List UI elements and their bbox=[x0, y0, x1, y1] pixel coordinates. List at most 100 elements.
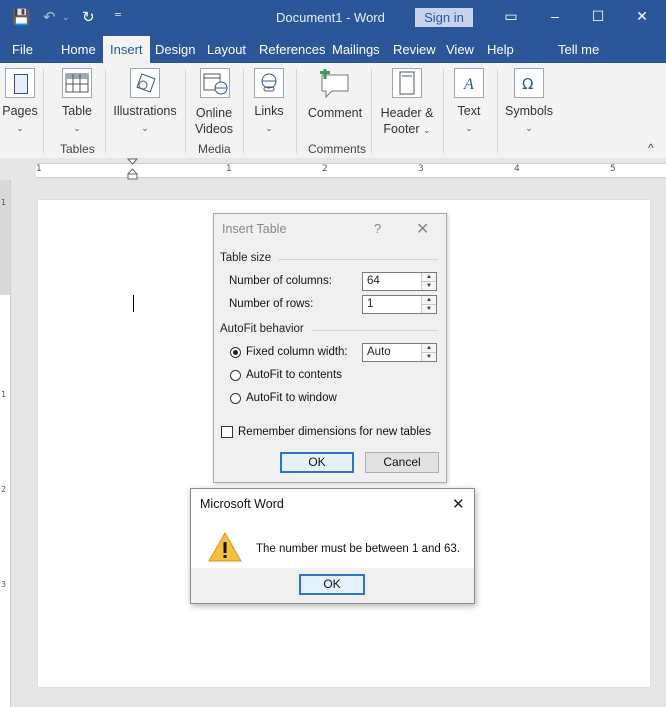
columns-stepper[interactable]: 64 ▲ ▼ bbox=[362, 272, 437, 291]
undo-icon[interactable]: ↶ bbox=[43, 8, 56, 26]
dialog-title: Insert Table bbox=[222, 222, 287, 236]
tab-review[interactable]: Review bbox=[393, 36, 436, 63]
save-icon[interactable]: 💾 bbox=[12, 8, 31, 26]
horizontal-ruler[interactable]: 1 1 2 3 4 5 bbox=[0, 158, 666, 180]
tab-file[interactable]: File bbox=[12, 36, 33, 63]
group-label-media: Media bbox=[198, 142, 231, 156]
group-divider bbox=[43, 69, 44, 153]
chevron-down-icon: ⌄ bbox=[141, 123, 149, 133]
ruler-number: 4 bbox=[514, 164, 520, 174]
ribbon-tabs: File Home Insert Design Layout Reference… bbox=[0, 36, 666, 93]
ruler-number: 1 bbox=[36, 164, 42, 174]
comment-icon bbox=[320, 69, 349, 99]
tab-design[interactable]: Design bbox=[155, 36, 195, 63]
text-button[interactable]: A Text ⌄ bbox=[448, 63, 490, 138]
text-cursor bbox=[133, 295, 134, 312]
stepper-down-icon[interactable]: ▼ bbox=[422, 353, 436, 361]
table-icon bbox=[62, 68, 92, 98]
message-box-titlebar: Microsoft Word ✕ bbox=[191, 489, 474, 519]
chevron-down-icon: ⌄ bbox=[73, 123, 81, 133]
columns-value[interactable]: 64 bbox=[367, 275, 380, 287]
group-divider bbox=[371, 69, 372, 153]
chevron-down-icon: ⌄ bbox=[16, 123, 24, 133]
remember-dimensions-checkbox[interactable] bbox=[221, 426, 233, 438]
indent-marker[interactable] bbox=[127, 158, 138, 180]
ruler-number: 1 bbox=[226, 164, 232, 174]
ruler-number: 3 bbox=[418, 164, 424, 174]
text-label: Text bbox=[457, 104, 481, 118]
chevron-down-icon: ⌄ bbox=[423, 125, 431, 135]
tab-mailings[interactable]: Mailings bbox=[332, 36, 380, 63]
illustrations-label: Illustrations bbox=[113, 104, 177, 118]
sign-in-button[interactable]: Sign in bbox=[415, 8, 473, 27]
tab-home[interactable]: Home bbox=[61, 36, 96, 63]
rows-value[interactable]: 1 bbox=[367, 298, 373, 310]
ok-button[interactable]: OK bbox=[299, 574, 365, 595]
chevron-down-icon: ⌄ bbox=[265, 123, 273, 133]
group-divider bbox=[443, 69, 444, 153]
pages-button[interactable]: Pages ⌄ bbox=[0, 63, 40, 138]
close-icon[interactable]: ✕ bbox=[630, 6, 654, 26]
cancel-button[interactable]: Cancel bbox=[365, 452, 439, 473]
fixed-width-label[interactable]: Fixed column width: bbox=[246, 346, 348, 358]
table-size-section-label: Table size bbox=[220, 252, 272, 264]
svg-text:A: A bbox=[463, 76, 474, 93]
fixed-width-value[interactable]: Auto bbox=[367, 346, 391, 358]
stepper-down-icon[interactable]: ▼ bbox=[422, 282, 436, 290]
fixed-width-stepper[interactable]: Auto ▲ ▼ bbox=[362, 343, 437, 362]
fixed-width-radio[interactable] bbox=[230, 347, 241, 358]
vertical-ruler[interactable]: 1 1 2 3 bbox=[0, 180, 11, 707]
stepper-up-icon[interactable]: ▲ bbox=[422, 273, 436, 282]
ruler-number: 5 bbox=[610, 164, 616, 174]
table-label: Table bbox=[62, 104, 92, 118]
tab-references[interactable]: References bbox=[259, 36, 325, 63]
group-divider bbox=[105, 69, 106, 153]
links-button[interactable]: Links ⌄ bbox=[248, 63, 290, 138]
document-title: Document1 - Word bbox=[276, 10, 385, 25]
stepper-up-icon[interactable]: ▲ bbox=[422, 344, 436, 353]
symbols-button[interactable]: Ω Symbols ⌄ bbox=[502, 63, 556, 138]
tab-insert[interactable]: Insert bbox=[103, 36, 150, 63]
chevron-down-icon: ⌄ bbox=[465, 123, 473, 133]
help-icon[interactable]: ? bbox=[374, 221, 381, 236]
ribbon-display-options-icon[interactable]: ▭ bbox=[499, 6, 523, 26]
minimize-icon[interactable]: – bbox=[543, 6, 567, 26]
stepper-up-icon[interactable]: ▲ bbox=[422, 296, 436, 305]
illustrations-button[interactable]: Illustrations ⌄ bbox=[110, 63, 180, 138]
group-label-tables: Tables bbox=[60, 142, 95, 156]
customize-quick-access-icon[interactable]: ⁼ bbox=[114, 8, 122, 26]
table-button[interactable]: Table ⌄ bbox=[54, 63, 100, 138]
close-icon[interactable]: ✕ bbox=[452, 495, 465, 513]
undo-dropdown-icon[interactable]: ⌄ bbox=[62, 12, 70, 23]
ok-button[interactable]: OK bbox=[280, 452, 354, 473]
ruler-number: 1 bbox=[1, 198, 7, 207]
comment-button[interactable]: Comment bbox=[302, 63, 368, 138]
autofit-contents-label[interactable]: AutoFit to contents bbox=[246, 369, 342, 381]
insert-table-dialog: Insert Table ? ✕ Table size Number of co… bbox=[213, 213, 447, 483]
stepper-down-icon[interactable]: ▼ bbox=[422, 305, 436, 313]
tab-layout[interactable]: Layout bbox=[207, 36, 246, 63]
tab-help[interactable]: Help bbox=[487, 36, 514, 63]
rows-stepper[interactable]: 1 ▲ ▼ bbox=[362, 295, 437, 314]
comment-label: Comment bbox=[307, 106, 363, 120]
remember-dimensions-label[interactable]: Remember dimensions for new tables bbox=[238, 426, 431, 438]
online-videos-button[interactable]: Online Videos bbox=[190, 63, 238, 138]
header-footer-button[interactable]: Header & Footer ⌄ bbox=[376, 63, 438, 138]
online-videos-label-line1: Online bbox=[195, 106, 233, 120]
autofit-window-label[interactable]: AutoFit to window bbox=[246, 392, 337, 404]
redo-icon[interactable]: ↻ bbox=[82, 8, 95, 26]
close-icon[interactable]: ✕ bbox=[416, 219, 429, 239]
ruler-number: 2 bbox=[322, 164, 328, 174]
tab-view[interactable]: View bbox=[446, 36, 474, 63]
illustrations-icon bbox=[130, 68, 160, 98]
collapse-ribbon-icon[interactable]: ^ bbox=[648, 141, 654, 155]
tell-me-search[interactable]: Tell me bbox=[558, 36, 599, 63]
online-video-icon bbox=[200, 68, 230, 98]
maximize-icon[interactable]: ☐ bbox=[586, 6, 610, 26]
header-footer-label-line2: Footer bbox=[383, 122, 420, 136]
autofit-window-radio[interactable] bbox=[230, 393, 241, 404]
pages-label: Pages bbox=[2, 104, 38, 118]
symbols-icon: Ω bbox=[514, 68, 544, 98]
autofit-contents-radio[interactable] bbox=[230, 370, 241, 381]
ruler-number: 1 bbox=[1, 390, 7, 399]
